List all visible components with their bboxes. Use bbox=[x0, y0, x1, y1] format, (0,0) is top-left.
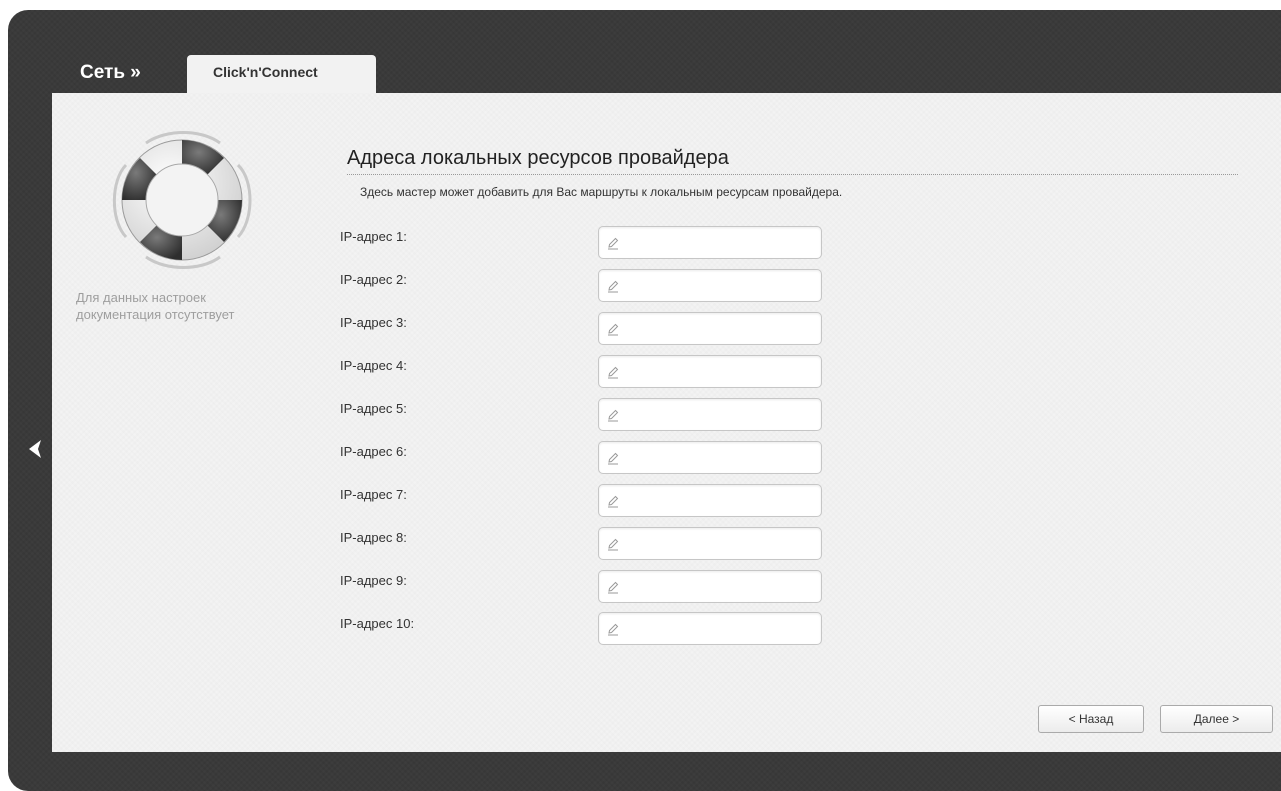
ip-address-6-label: IP-адрес 6: bbox=[340, 444, 407, 459]
ip-address-5-input[interactable] bbox=[598, 398, 822, 431]
ip-address-7-label: IP-адрес 7: bbox=[340, 487, 407, 502]
ip-address-1-input[interactable] bbox=[598, 226, 822, 259]
title-divider bbox=[347, 174, 1238, 175]
ip-address-3-label: IP-адрес 3: bbox=[340, 315, 407, 330]
ip-address-10-label: IP-адрес 10: bbox=[340, 616, 415, 631]
help-text: Для данных настроек документация отсутст… bbox=[76, 290, 235, 322]
ip-address-10-input[interactable] bbox=[598, 612, 822, 645]
ip-address-6-input[interactable] bbox=[598, 441, 822, 474]
ip-address-8-input[interactable] bbox=[598, 527, 822, 560]
breadcrumb[interactable]: Сеть » bbox=[80, 62, 141, 84]
ip-address-8-label: IP-адрес 8: bbox=[340, 530, 407, 545]
tab-click-n-connect[interactable]: Click'n'Connect bbox=[187, 55, 376, 93]
ip-address-1-label: IP-адрес 1: bbox=[340, 229, 407, 244]
ip-address-5-label: IP-адрес 5: bbox=[340, 401, 407, 416]
section-description: Здесь мастер может добавить для Вас марш… bbox=[360, 185, 843, 199]
back-button[interactable]: < Назад bbox=[1038, 705, 1144, 733]
ip-address-7-input[interactable] bbox=[598, 484, 822, 517]
section-title: Адреса локальных ресурсов провайдера bbox=[347, 147, 729, 169]
lifebuoy-icon bbox=[112, 131, 252, 269]
chevron-left-icon[interactable] bbox=[24, 437, 48, 461]
next-button[interactable]: Далее > bbox=[1160, 705, 1273, 733]
ip-address-3-input[interactable] bbox=[598, 312, 822, 345]
ip-address-9-label: IP-адрес 9: bbox=[340, 573, 407, 588]
ip-address-9-input[interactable] bbox=[598, 570, 822, 603]
ip-address-4-label: IP-адрес 4: bbox=[340, 358, 407, 373]
ip-address-2-label: IP-адрес 2: bbox=[340, 272, 407, 287]
ip-address-4-input[interactable] bbox=[598, 355, 822, 388]
ip-address-2-input[interactable] bbox=[598, 269, 822, 302]
